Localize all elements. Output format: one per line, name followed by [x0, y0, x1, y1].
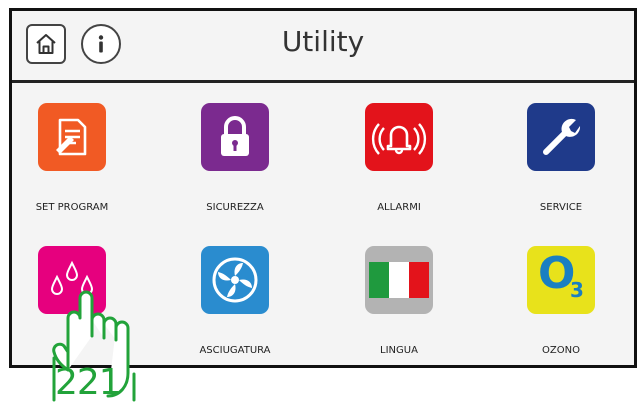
padlock-icon	[221, 116, 249, 156]
tile-label: SERVICE	[539, 202, 583, 213]
fan-icon	[212, 257, 258, 303]
tile-set-program[interactable]: SET PROGRAM	[17, 103, 127, 223]
page-title: Utility	[281, 25, 365, 58]
ozono-icon-box: O 3	[527, 246, 595, 314]
tile-label: SET PROGRAM	[35, 202, 109, 213]
lingua-icon-box	[365, 246, 433, 314]
overlay-number: 221	[55, 362, 122, 403]
tile-label: OZONO	[542, 345, 580, 356]
alarm-bell-icon	[371, 123, 427, 155]
tile-asciugatura[interactable]: ASCIUGATURA	[180, 246, 290, 366]
tile-allarmi[interactable]: ALLARMI	[344, 103, 454, 223]
wrench-icon	[543, 118, 581, 155]
tile-label: LINGUA	[380, 345, 418, 356]
tile-label: ALLARMI	[377, 202, 421, 213]
document-edit-icon	[56, 118, 87, 156]
italian-flag-icon	[369, 262, 429, 298]
header-bar: Utility	[12, 11, 634, 83]
tile-label: ASCIUGATURA	[199, 345, 271, 356]
service-icon-box	[527, 103, 595, 171]
sicurezza-icon-box	[201, 103, 269, 171]
ozone-subscript: 3	[570, 278, 584, 302]
tile-service[interactable]: SERVICE	[506, 103, 616, 223]
set-program-icon-box	[38, 103, 106, 171]
asciugatura-icon-box	[201, 246, 269, 314]
tile-lingua[interactable]: LINGUA	[344, 246, 454, 366]
ozone-o3-icon: O 3	[536, 248, 586, 308]
allarmi-icon-box	[365, 103, 433, 171]
tile-sicurezza[interactable]: SICUREZZA	[180, 103, 290, 223]
tile-ozono[interactable]: O 3 OZONO	[506, 246, 616, 366]
tile-label: SICUREZZA	[206, 202, 264, 213]
